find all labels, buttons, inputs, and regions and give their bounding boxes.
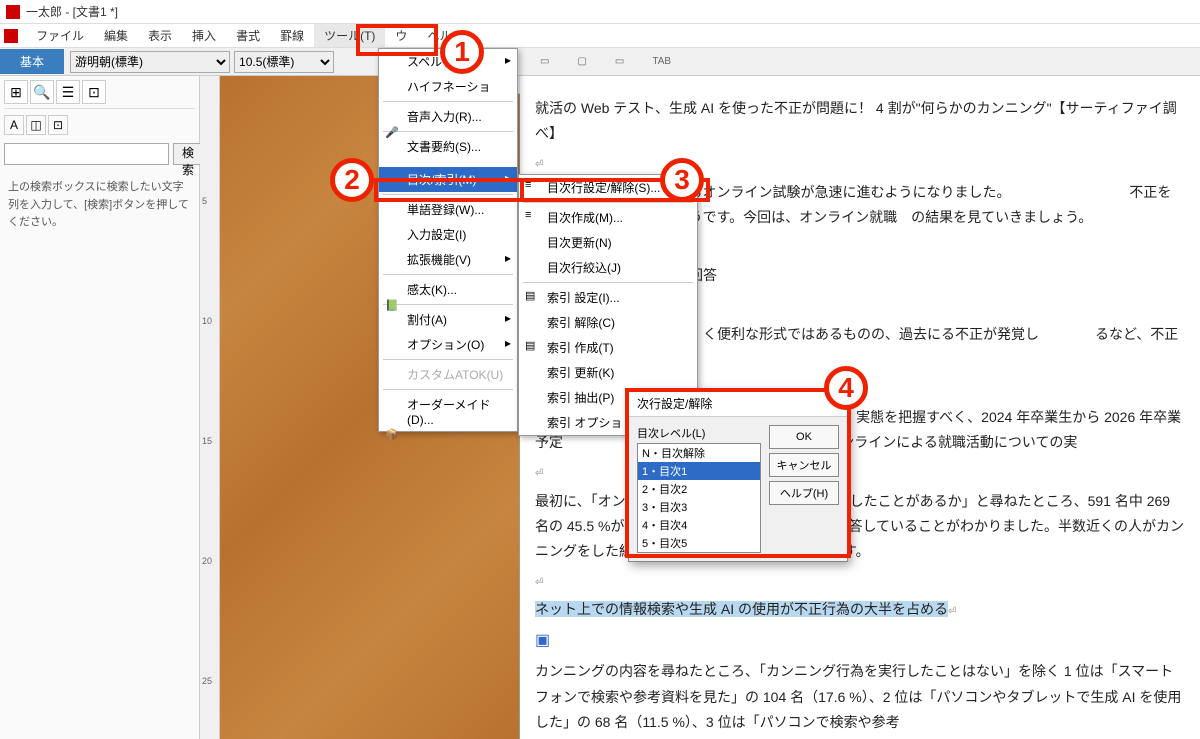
annotation-2: 2 bbox=[330, 158, 374, 202]
search-help-text: 上の検索ボックスに検索したい文字列を入力して、[検索]ボタンを押してください。 bbox=[4, 175, 195, 236]
menubar: ファイル 編集 表示 挿入 書式 罫線 ツール(T) ウ ヘルプ bbox=[0, 24, 1200, 48]
submenu-item[interactable]: 目次行絞込(J) bbox=[519, 255, 697, 280]
level-listbox[interactable]: N・目次解除1・目次12・目次23・目次34・目次45・目次56・目次6 bbox=[637, 443, 761, 553]
submenu-item[interactable]: 索引 更新(K) bbox=[519, 360, 697, 385]
ok-button[interactable]: OK bbox=[769, 425, 839, 449]
end-mark-icon: ▣ bbox=[535, 632, 550, 649]
mini-tool[interactable]: ◫ bbox=[26, 115, 46, 135]
list-option[interactable]: 3・目次3 bbox=[638, 498, 760, 516]
titlebar: 一太郎 - [文書1 *] bbox=[0, 0, 1200, 24]
mini-tool[interactable]: ⊡ bbox=[48, 115, 68, 135]
tools-dropdown: スペルチ▸ハイフネーショ音声入力(R)...🎤文書要約(S)...目次/索引(M… bbox=[378, 48, 518, 432]
menu-item[interactable]: 文書要約(S)... bbox=[379, 134, 517, 159]
ruler-tabs: ▭ ▢ ▭ TAB bbox=[536, 54, 675, 69]
mini-tool[interactable]: A bbox=[4, 115, 24, 135]
list-option[interactable]: N・目次解除 bbox=[638, 444, 760, 462]
menu-edit[interactable]: 編集 bbox=[94, 24, 138, 47]
list-icon[interactable]: ☰ bbox=[56, 80, 80, 104]
annotation-1: 1 bbox=[440, 30, 484, 74]
font-select[interactable]: 游明朝(標準) bbox=[70, 51, 230, 73]
menu-item[interactable]: ハイフネーショ bbox=[379, 74, 517, 99]
tab-marker[interactable]: ▭ bbox=[611, 54, 628, 69]
tab-marker[interactable]: ▭ bbox=[536, 54, 553, 69]
vertical-ruler: 5 10 15 20 25 bbox=[200, 76, 220, 739]
menu-item[interactable]: カスタムATOK(U) bbox=[379, 362, 517, 387]
list-option[interactable]: 2・目次2 bbox=[638, 480, 760, 498]
list-option[interactable]: 4・目次4 bbox=[638, 516, 760, 534]
menu-item[interactable]: 単語登録(W)... bbox=[379, 197, 517, 222]
menu-item[interactable]: オーダーメイド(D)...📦 bbox=[379, 392, 517, 431]
tab-marker[interactable]: ▢ bbox=[573, 54, 590, 69]
tab-label: TAB bbox=[648, 54, 675, 69]
sidebar: ⊞ 🔍 ☰ ⊡ A ◫ ⊡ 検索 上の検索ボックスに検索したい文字列を入力して、… bbox=[0, 76, 200, 739]
search-button[interactable]: 検索 bbox=[173, 143, 203, 165]
submenu-item[interactable]: 索引 作成(T)▤ bbox=[519, 335, 697, 360]
menu-format[interactable]: 書式 bbox=[226, 24, 270, 47]
search-icon[interactable]: 🔍 bbox=[30, 80, 54, 104]
submenu-item[interactable]: 索引 解除(C) bbox=[519, 310, 697, 335]
menu-file[interactable]: ファイル bbox=[26, 24, 94, 47]
annotation-3: 3 bbox=[660, 158, 704, 202]
menu-window[interactable]: ウ bbox=[385, 24, 417, 47]
toolbar: 基本 游明朝(標準) 10.5(標準) ▭ ▢ ▭ TAB bbox=[0, 48, 1200, 76]
submenu-item[interactable]: 索引 設定(I)...▤ bbox=[519, 285, 697, 310]
expand-icon[interactable]: ⊡ bbox=[82, 80, 106, 104]
doc-icon bbox=[4, 29, 18, 43]
menu-view[interactable]: 表示 bbox=[138, 24, 182, 47]
dialog-title: 次行設定/解除 bbox=[629, 391, 847, 417]
window-title: 一太郎 - [文書1 *] bbox=[26, 3, 118, 20]
list-option[interactable]: 5・目次5 bbox=[638, 534, 760, 552]
app-icon bbox=[6, 5, 20, 19]
size-select[interactable]: 10.5(標準) bbox=[234, 51, 334, 73]
menu-item[interactable]: 拡張機能(V)▸ bbox=[379, 247, 517, 272]
menu-item[interactable]: 音声入力(R)...🎤 bbox=[379, 104, 517, 129]
submenu-item[interactable]: 目次更新(N) bbox=[519, 230, 697, 255]
menu-tools[interactable]: ツール(T) bbox=[314, 24, 385, 47]
cancel-button[interactable]: キャンセル bbox=[769, 453, 839, 477]
menu-item[interactable]: 割付(A)▸ bbox=[379, 307, 517, 332]
menu-item[interactable]: 目次/索引(M)▸ bbox=[379, 167, 517, 192]
level-label: 目次レベル(L) bbox=[637, 425, 761, 441]
menu-ruled[interactable]: 罫線 bbox=[270, 24, 314, 47]
annotation-4: 4 bbox=[824, 366, 868, 410]
doc-para: カンニングの内容を尋ねたところ、「カンニング行為を実行したことはない」を除く 1… bbox=[535, 659, 1185, 735]
list-option[interactable]: 1・目次1 bbox=[638, 462, 760, 480]
list-option[interactable]: 6・目次6 bbox=[638, 552, 760, 553]
grid-icon[interactable]: ⊞ bbox=[4, 80, 28, 104]
search-input[interactable] bbox=[4, 143, 169, 165]
menu-insert[interactable]: 挿入 bbox=[182, 24, 226, 47]
doc-heading: 就活の Web テスト、生成 AI を使った不正が問題に！ 4 割が"何らかのカ… bbox=[535, 96, 1185, 146]
menu-item[interactable]: オプション(O)▸ bbox=[379, 332, 517, 357]
menu-item[interactable] bbox=[379, 159, 517, 167]
doc-selected-text: ネット上での情報検索や生成 AI の使用が不正行為の大半を占める bbox=[535, 601, 948, 617]
submenu-item[interactable]: 目次作成(M)...≡ bbox=[519, 205, 697, 230]
toc-level-dialog: 次行設定/解除 目次レベル(L) N・目次解除1・目次12・目次23・目次34・… bbox=[628, 390, 848, 562]
help-button[interactable]: ヘルプ(H) bbox=[769, 481, 839, 505]
menu-item[interactable]: 感太(K)...📗 bbox=[379, 277, 517, 302]
toolbar-tab-basic[interactable]: 基本 bbox=[0, 49, 64, 74]
menu-item[interactable]: 入力設定(I) bbox=[379, 222, 517, 247]
